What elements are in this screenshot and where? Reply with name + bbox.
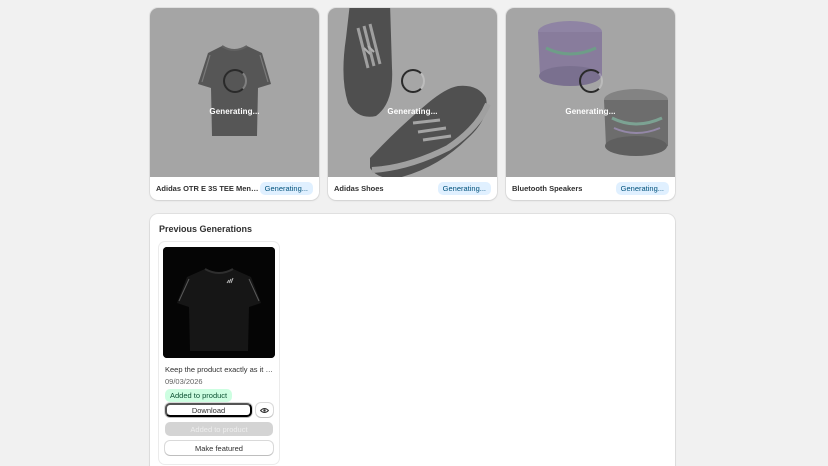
generating-card-speakers: Generating... Bluetooth Speakers Generat… xyxy=(506,8,675,200)
preview-button[interactable] xyxy=(256,403,273,417)
product-name: Adidas OTR E 3S TEE Men Ru... xyxy=(156,184,260,193)
added-badge: Added to product xyxy=(165,389,233,402)
product-name: Adidas Shoes xyxy=(334,184,384,193)
card-footer: Adidas Shoes Generating... xyxy=(328,177,497,200)
generating-card-shoes: Generating... Adidas Shoes Generating... xyxy=(328,8,497,200)
card-footer: Adidas OTR E 3S TEE Men Ru... Generating… xyxy=(150,177,319,200)
generating-overlay-text: Generating... xyxy=(209,107,260,116)
eye-icon xyxy=(260,407,269,413)
generating-overlay-text: Generating... xyxy=(565,107,616,116)
generation-item: Keep the product exactly as it a... 09/0… xyxy=(159,242,279,464)
previous-generations-panel: Previous Generations Keep the product ex… xyxy=(150,214,675,466)
spinner-icon xyxy=(579,69,603,93)
generating-overlay-text: Generating... xyxy=(387,107,438,116)
make-featured-button[interactable]: Make featured xyxy=(165,441,273,455)
spinner-icon xyxy=(223,69,247,93)
added-to-product-button: Added to product xyxy=(165,422,273,436)
status-badge: Generating... xyxy=(437,182,491,195)
product-thumbnail: Generating... xyxy=(506,8,675,177)
spinner-icon xyxy=(401,69,425,93)
status-badge: Generating... xyxy=(615,182,669,195)
product-name: Bluetooth Speakers xyxy=(512,184,583,193)
product-thumbnail: Generating... xyxy=(328,8,497,177)
black-tshirt-image xyxy=(163,247,275,358)
product-thumbnail: Generating... xyxy=(150,8,319,177)
download-button[interactable]: Download xyxy=(165,403,252,417)
status-badge: Generating... xyxy=(259,182,313,195)
section-title: Previous Generations xyxy=(159,224,253,234)
generation-date: 09/03/2026 xyxy=(165,377,203,386)
generating-card-tshirt: Generating... Adidas OTR E 3S TEE Men Ru… xyxy=(150,8,319,200)
generated-image[interactable] xyxy=(163,247,275,358)
generation-prompt: Keep the product exactly as it a... xyxy=(165,365,273,374)
card-footer: Bluetooth Speakers Generating... xyxy=(506,177,675,200)
